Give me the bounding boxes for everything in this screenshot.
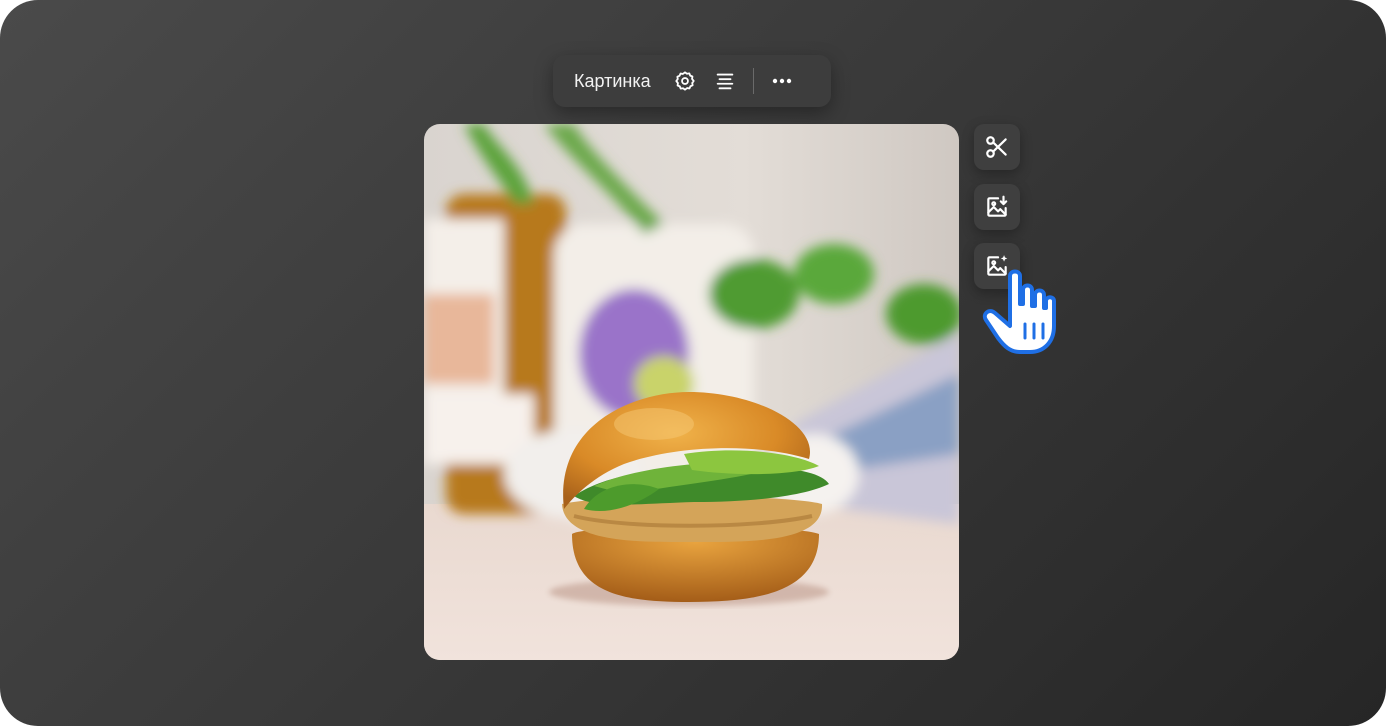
ai-image-button[interactable]	[974, 243, 1020, 289]
toolbar-divider	[752, 68, 754, 94]
settings-button[interactable]	[665, 61, 705, 101]
block-type-label[interactable]: Картинка	[574, 71, 651, 92]
align-button[interactable]	[705, 61, 745, 101]
more-horizontal-icon	[772, 78, 791, 84]
image-block[interactable]: Бургер с авокадо и зеленью на светлом ст…	[424, 124, 959, 660]
crop-button[interactable]	[974, 124, 1020, 170]
burger-photo	[424, 124, 959, 660]
gear-icon	[675, 71, 695, 91]
image-sparkle-icon	[987, 255, 1008, 276]
align-center-icon	[716, 73, 733, 90]
scissors-icon	[986, 136, 1007, 158]
more-button[interactable]	[762, 61, 802, 101]
image-download-icon	[987, 195, 1008, 217]
image-alt-text: Бургер с авокадо и зеленью на светлом ст…	[424, 124, 425, 125]
image-toolbar: Картинка	[553, 55, 831, 107]
canvas-background: Картинка	[0, 0, 1386, 726]
download-image-button[interactable]	[974, 184, 1020, 230]
